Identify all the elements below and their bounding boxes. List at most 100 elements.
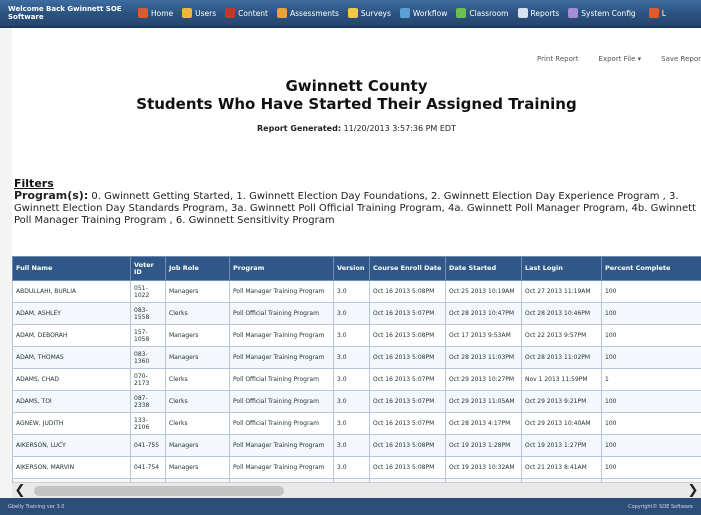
- reports-icon: [517, 8, 528, 18]
- table-cell: 3.0: [333, 324, 370, 347]
- column-header[interactable]: Version: [333, 256, 370, 281]
- table-cell: Oct 29 2013 9:21PM: [521, 390, 602, 413]
- report-actions: Print Report Export File ▾ Save Repor: [537, 55, 701, 63]
- welcome-text: Welcome Back Gwinnett SOE Software: [8, 5, 122, 21]
- column-header[interactable]: Course Enroll Date: [369, 256, 446, 281]
- table-cell: 100: [601, 434, 701, 457]
- table-cell: Poll Manager Training Program: [229, 280, 334, 303]
- report-table: Full Name Voter ID Job Role Program Version C…: [12, 256, 701, 482]
- workflow-icon: [399, 8, 410, 18]
- column-header[interactable]: Voter ID: [130, 256, 166, 281]
- table-cell: 083-1360: [130, 346, 166, 369]
- table-row[interactable]: ADAM, DEBORAH 157-1058 Managers Poll Manage…: [12, 324, 701, 347]
- horizontal-scrollbar[interactable]: ❮ ❯: [12, 482, 701, 498]
- table-cell: 100: [601, 346, 701, 369]
- table-cell: Oct 29 2013 10:27PM: [445, 368, 522, 391]
- table-cell: Oct 16 2013 5:07PM: [369, 302, 446, 325]
- column-header[interactable]: Percent Complete: [601, 256, 701, 281]
- table-cell: 100: [601, 456, 701, 479]
- table-cell: Poll Official Training Program: [229, 368, 334, 391]
- table-cell: 133-2106: [130, 412, 166, 435]
- table-row[interactable]: AIKERSON, LUCY 041-755 Managers Poll Manage…: [12, 434, 701, 457]
- table-cell: Managers: [165, 324, 230, 347]
- scroll-left-arrow-icon[interactable]: ❮: [12, 483, 28, 498]
- nav-item-label: System Config: [581, 8, 636, 18]
- table-cell: 3.0: [333, 390, 370, 413]
- table-row[interactable]: AGNEW, JUDITH 133-2106 Clerks Poll Official…: [12, 412, 701, 435]
- table-cell: Oct 21 2013 8:41AM: [521, 456, 602, 479]
- table-row[interactable]: AIKERSON, MARVIN 041-754 Managers Poll Mana…: [12, 456, 701, 479]
- table-cell: 100: [601, 390, 701, 413]
- table-cell: Oct 19 2013 10:32AM: [445, 456, 522, 479]
- table-row[interactable]: ADAMS, TOI 087-2338 Clerks Poll Official Tr…: [12, 390, 701, 413]
- table-row[interactable]: ADAMS, CHAD 070-2173 Clerks Poll Official T…: [12, 368, 701, 391]
- assessments-icon: [277, 8, 287, 18]
- nav-item-content[interactable]: Content: [225, 8, 268, 18]
- nav-item-overflow[interactable]: L: [648, 8, 666, 18]
- nav-item-reports[interactable]: Reports: [517, 8, 560, 18]
- users-icon: [182, 8, 193, 18]
- nav-item-classroom[interactable]: Classroom: [456, 8, 509, 18]
- table-cell: Clerks: [165, 390, 230, 413]
- nav-item-surveys[interactable]: Surveys: [347, 8, 391, 18]
- surveys-icon: [347, 8, 358, 18]
- table-cell: Clerks: [165, 302, 230, 325]
- report-title: Gwinnett County: [285, 77, 428, 95]
- table-cell: Oct 28 2013 11:03PM: [445, 346, 522, 369]
- nav-item-system-config[interactable]: System Config: [568, 8, 636, 18]
- column-header[interactable]: Program: [229, 256, 334, 281]
- print-report-link[interactable]: Print Report: [537, 55, 579, 63]
- table-cell: Oct 16 2013 5:08PM: [369, 456, 446, 479]
- table-cell: Poll Manager Training Program: [229, 346, 334, 369]
- table-row[interactable]: ADAM, ASHLEY 083-1558 Clerks Poll Official …: [12, 302, 701, 325]
- table-cell: 083-1558: [130, 302, 166, 325]
- column-header[interactable]: Job Role: [165, 256, 230, 281]
- table-cell: 070-2173: [130, 368, 166, 391]
- export-file-link[interactable]: Export File ▾: [599, 55, 642, 63]
- column-header[interactable]: Date Started: [445, 256, 522, 281]
- nav-item-label: Classroom: [469, 8, 509, 18]
- nav-item-label: Workflow: [412, 8, 448, 18]
- table-cell: Managers: [165, 346, 230, 369]
- nav-item-label: Reports: [530, 8, 560, 18]
- nav-item-workflow[interactable]: Workflow: [399, 8, 448, 18]
- nav-item-users[interactable]: Users: [182, 8, 216, 18]
- table-cell: Oct 16 2013 5:08PM: [369, 280, 446, 303]
- table-cell: Oct 16 2013 5:07PM: [369, 368, 446, 391]
- column-header[interactable]: Full Name: [12, 256, 131, 281]
- table-cell: 051-1022: [130, 280, 166, 303]
- footer-copyright: Copyright© SOE Software: [628, 503, 693, 510]
- save-report-link[interactable]: Save Repor: [661, 55, 701, 63]
- table-row[interactable]: ADAM, THOMAS 083-1360 Managers Poll Manager…: [12, 346, 701, 369]
- nav-item-label: Surveys: [360, 8, 391, 18]
- table-header-row: Full Name Voter ID Job Role Program Version C…: [12, 256, 701, 281]
- table-body: ABDULLAHI, BURLIA 051-1022 Managers Poll Ma…: [12, 280, 701, 482]
- report-generated: Report Generated: 11/20/2013 3:57:36 PM …: [12, 124, 701, 133]
- scroll-right-arrow-icon[interactable]: ❯: [685, 483, 701, 498]
- scrollbar-thumb[interactable]: [34, 486, 284, 496]
- table-cell: 087-2338: [130, 390, 166, 413]
- table-cell: Poll Manager Training Program: [229, 434, 334, 457]
- table-cell: 3.0: [333, 346, 370, 369]
- content-icon: [225, 8, 236, 18]
- nav-item-home[interactable]: Home: [138, 8, 173, 18]
- table-cell: 3.0: [333, 434, 370, 457]
- table-cell: Oct 28 2013 4:17PM: [445, 412, 522, 435]
- column-header[interactable]: Last Login: [521, 256, 602, 281]
- table-cell: 100: [601, 280, 701, 303]
- nav-item-assessments[interactable]: Assessments: [277, 8, 339, 18]
- table-cell: 3.0: [333, 456, 370, 479]
- table-cell: Nov 1 2013 11:59PM: [521, 368, 602, 391]
- table-cell: ADAMS, TOI: [12, 390, 131, 413]
- table-cell: AIKERSON, LUCY: [12, 434, 131, 457]
- table-cell: Managers: [165, 456, 230, 479]
- table-cell: Poll Official Training Program: [229, 302, 334, 325]
- table-cell: Poll Official Training Program: [229, 390, 334, 413]
- table-cell: 3.0: [333, 280, 370, 303]
- table-cell: Poll Manager Training Program: [229, 456, 334, 479]
- table-cell: Clerks: [165, 412, 230, 435]
- table-cell: AGNEW, JUDITH: [12, 412, 131, 435]
- table-cell: Managers: [165, 280, 230, 303]
- table-row[interactable]: ABDULLAHI, BURLIA 051-1022 Managers Poll Ma…: [12, 280, 701, 303]
- overflow-icon: [648, 8, 659, 18]
